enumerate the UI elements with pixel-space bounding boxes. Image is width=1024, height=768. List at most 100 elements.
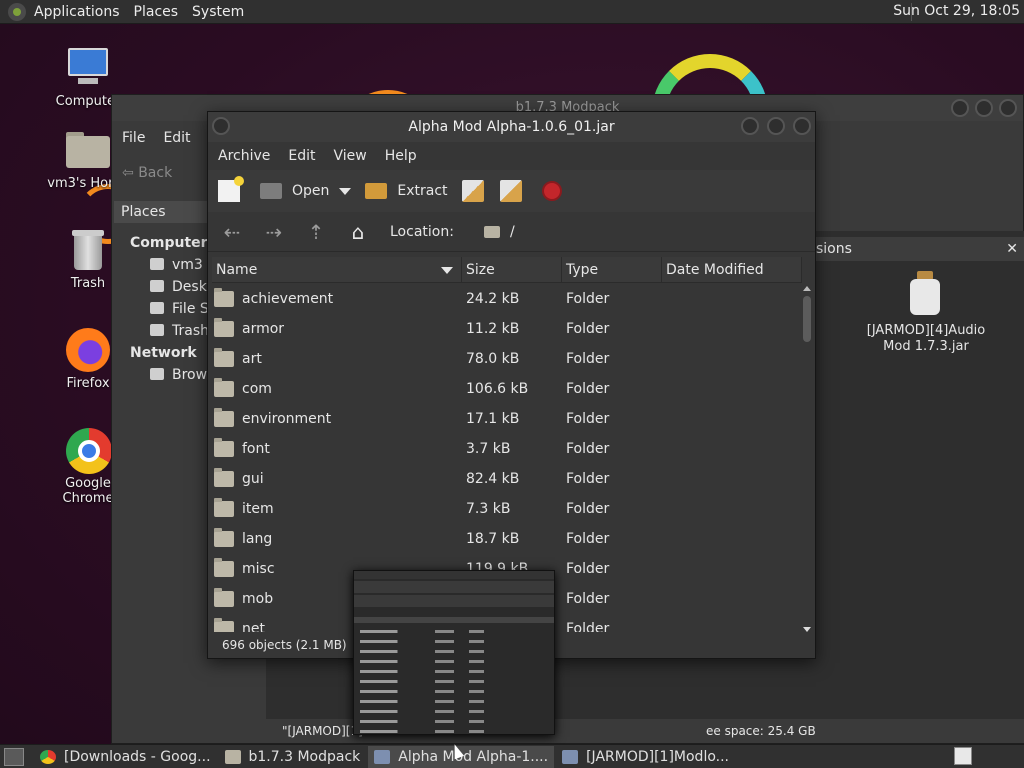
menu-places[interactable]: Places — [134, 4, 179, 20]
home-folder-icon — [64, 128, 112, 172]
menu-edit[interactable]: Edit — [288, 148, 315, 164]
folder-icon — [214, 288, 234, 307]
menu-file[interactable]: File — [122, 130, 145, 146]
scroll-thumb[interactable] — [803, 296, 811, 342]
column-date-modified[interactable]: Date Modified — [662, 257, 802, 282]
row-type: Folder — [566, 291, 610, 307]
up-arrow-icon[interactable]: ⇡ — [302, 220, 330, 244]
menu-edit[interactable]: Edit — [163, 130, 190, 146]
table-row[interactable]: lang 18.7 kB Folder — [212, 524, 802, 554]
back-button[interactable]: ⇦ Back — [122, 165, 172, 181]
task-downloads-chrome[interactable]: [Downloads - Goog... — [34, 746, 217, 768]
home-icon[interactable]: ⌂ — [344, 220, 372, 244]
stop-icon — [541, 181, 562, 201]
menu-help[interactable]: Help — [385, 148, 417, 164]
column-size[interactable]: Size — [462, 257, 562, 282]
row-type: Folder — [566, 351, 610, 367]
clock[interactable]: Sun Oct 29, 18:05 — [893, 3, 1020, 19]
task-file-manager[interactable]: b1.7.3 Modpack — [219, 746, 367, 768]
show-desktop-button[interactable] — [4, 747, 24, 766]
new-archive-button[interactable] — [218, 176, 244, 202]
stop-button[interactable] — [541, 181, 562, 201]
open-icon — [260, 183, 282, 199]
add-files-icon — [461, 180, 484, 202]
row-size: 24.2 kB — [466, 291, 520, 307]
chrome-icon — [40, 749, 56, 764]
jar-file-label[interactable]: [JARMOD][4]Audio Mod 1.7.3.jar — [858, 323, 994, 355]
toolbar: Open Extract — [208, 170, 815, 212]
column-label: Name — [216, 262, 258, 278]
row-size: 7.3 kB — [466, 501, 511, 517]
folder-icon — [224, 749, 241, 764]
folder-icon — [214, 318, 234, 337]
task-archive-modloader[interactable]: [JARMOD][1]Modlo... — [556, 746, 735, 768]
open-button[interactable]: Open — [260, 183, 352, 199]
row-name: mob — [242, 591, 274, 607]
row-type: Folder — [566, 441, 610, 457]
table-row[interactable]: item 7.3 kB Folder — [212, 494, 802, 524]
workspace-switcher[interactable] — [954, 747, 972, 765]
places-dropdown[interactable]: Places — [114, 201, 210, 223]
maximize-button[interactable] — [767, 117, 785, 135]
drive-icon — [150, 302, 164, 314]
folder-icon — [214, 528, 234, 547]
close-tab-icon[interactable]: ✕ — [1006, 237, 1018, 261]
row-size: 3.7 kB — [466, 441, 511, 457]
table-row[interactable]: gui 82.4 kB Folder — [212, 464, 802, 494]
folder-icon — [214, 588, 234, 607]
row-type: Folder — [566, 501, 610, 517]
window-controls — [951, 99, 1017, 117]
add-folder-button[interactable] — [499, 180, 522, 202]
extract-button[interactable]: Extract — [365, 183, 448, 199]
row-type: Folder — [566, 591, 610, 607]
folder-icon — [214, 438, 234, 457]
distro-logo-icon[interactable] — [8, 2, 26, 21]
top-panel: Applications Places System Sun Oct 29, 1… — [0, 0, 1024, 24]
tab-versions[interactable]: sions ✕ — [812, 237, 1024, 261]
maximize-button[interactable] — [975, 99, 993, 117]
sidebar-item-label: Trash — [172, 323, 209, 339]
menu-applications[interactable]: Applications — [34, 4, 120, 20]
back-arrow-icon: ⇦ — [122, 165, 139, 181]
task-label: Alpha Mod Alpha-1.... — [398, 748, 549, 765]
table-row[interactable]: font 3.7 kB Folder — [212, 434, 802, 464]
sidebar-item-label: vm3 — [172, 257, 203, 273]
open-dropdown-icon[interactable] — [339, 187, 352, 195]
table-row[interactable]: com 106.6 kB Folder — [212, 374, 802, 404]
archive-icon — [562, 749, 579, 764]
close-button[interactable] — [999, 99, 1017, 117]
vertical-scrollbar[interactable] — [801, 284, 813, 634]
table-row[interactable]: environment 17.1 kB Folder — [212, 404, 802, 434]
folder-icon — [214, 498, 234, 517]
trash-icon — [64, 228, 112, 272]
window-menu-button[interactable] — [212, 117, 230, 139]
jar-file-icon[interactable] — [908, 271, 942, 315]
row-size: 106.6 kB — [466, 381, 529, 397]
minimize-button[interactable] — [951, 99, 969, 117]
location-path[interactable]: / — [510, 224, 515, 240]
column-type[interactable]: Type — [562, 257, 662, 282]
scroll-up-icon[interactable] — [803, 286, 811, 291]
menubar: Archive Edit View Help — [208, 142, 815, 170]
column-name[interactable]: Name — [212, 257, 462, 282]
menu-system[interactable]: System — [192, 4, 244, 20]
menu-view[interactable]: View — [334, 148, 367, 164]
close-button[interactable] — [793, 117, 811, 135]
table-row[interactable]: achievement 24.2 kB Folder — [212, 284, 802, 314]
row-size: 18.7 kB — [466, 531, 520, 547]
forward-arrow-icon[interactable]: ⇢ — [260, 220, 288, 244]
computer-icon — [64, 46, 112, 90]
minimize-button[interactable] — [741, 117, 759, 135]
row-type: Folder — [566, 381, 610, 397]
menu-archive[interactable]: Archive — [218, 148, 270, 164]
table-row[interactable]: art 78.0 kB Folder — [212, 344, 802, 374]
network-icon — [150, 368, 164, 380]
window-title[interactable]: Alpha Mod Alpha-1.0.6_01.jar — [208, 112, 815, 142]
back-arrow-icon[interactable]: ⇠ — [218, 220, 246, 244]
window-preview-thumbnail[interactable] — [353, 570, 555, 735]
home-icon — [150, 258, 164, 270]
row-size: 17.1 kB — [466, 411, 520, 427]
add-files-button[interactable] — [461, 180, 484, 202]
table-row[interactable]: armor 11.2 kB Folder — [212, 314, 802, 344]
folder-icon — [214, 378, 234, 397]
